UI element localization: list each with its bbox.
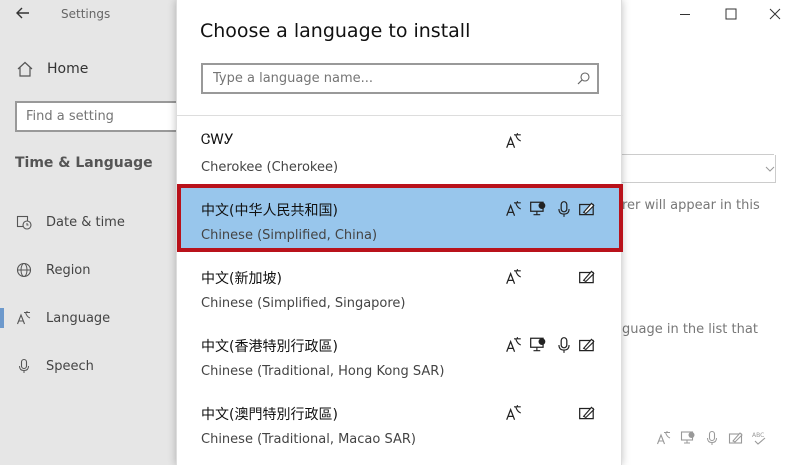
handwriting-icon (578, 268, 596, 286)
display-language-icon (505, 336, 523, 354)
handwriting-icon (728, 430, 744, 446)
search-icon[interactable] (576, 71, 591, 86)
language-search-box[interactable] (201, 63, 599, 94)
app-title: Settings (61, 7, 111, 21)
display-language-icon (505, 132, 523, 150)
language-icon (16, 310, 32, 326)
language-english-name: Chinese (Simplified, Singapore) (201, 296, 406, 311)
background-text: guage in the list that (622, 322, 758, 337)
language-english-name: Chinese (Simplified, China) (201, 228, 378, 243)
language-native-name: 中文(澳門特別行政區) (201, 407, 338, 423)
sidebar-item-label: Speech (46, 358, 94, 374)
calendar-clock-icon (16, 214, 32, 230)
chevron-down-icon (764, 163, 776, 175)
microphone-icon (16, 358, 32, 374)
choose-language-dialog: Choose a language to install ᏣᎳᎩ Cheroke… (176, 0, 623, 465)
sidebar-item-label: Language (46, 310, 111, 326)
home-label: Home (47, 61, 89, 77)
display-language-icon (505, 200, 523, 218)
display-language-icon (505, 404, 523, 422)
sidebar-item-language[interactable]: Language (0, 300, 176, 336)
language-search-input[interactable] (203, 65, 563, 92)
maximize-button[interactable] (722, 5, 740, 23)
handwriting-icon (578, 336, 596, 354)
sidebar: Settings Home Time & Language Date & tim… (0, 0, 185, 465)
language-item-cherokee[interactable]: ᏣᎳᎩ Cherokee (Cherokee) (177, 116, 623, 184)
language-native-name: 中文(中华人民共和国) (201, 203, 338, 219)
section-title: Time & Language (15, 155, 153, 171)
back-arrow-icon[interactable] (14, 4, 32, 22)
language-list: ᏣᎳᎩ Cherokee (Cherokee) 中文(中华人民共和国) Chin… (177, 116, 623, 456)
language-english-name: Cherokee (Cherokee) (201, 160, 339, 175)
sidebar-item-region[interactable]: Region (0, 252, 176, 288)
spellcheck-icon: ABC (752, 430, 768, 446)
sidebar-item-date-time[interactable]: Date & time (0, 204, 176, 240)
language-native-name: 中文(香港特別行政區) (201, 339, 338, 355)
handwriting-icon (578, 200, 596, 218)
language-item-chinese-simplified-china[interactable]: 中文(中华人民共和国) Chinese (Simplified, China) (177, 184, 623, 252)
display-language-icon (505, 268, 523, 286)
language-english-name: Chinese (Traditional, Macao SAR) (201, 432, 416, 447)
language-native-name: 中文(新加坡) (201, 271, 282, 287)
home-link[interactable]: Home (16, 60, 88, 78)
find-setting-box[interactable] (15, 101, 185, 132)
speech-recognition-icon (555, 200, 573, 218)
globe-icon (16, 262, 32, 278)
sidebar-item-label: Date & time (46, 214, 125, 230)
background-dropdown[interactable] (622, 155, 776, 183)
dialog-title: Choose a language to install (200, 20, 471, 42)
close-button[interactable] (766, 5, 784, 23)
minimize-button[interactable] (676, 5, 694, 23)
sidebar-item-label: Region (46, 262, 91, 278)
home-icon (16, 60, 34, 78)
speech-recognition-icon (704, 430, 720, 446)
handwriting-icon (578, 404, 596, 422)
svg-text:ABC: ABC (752, 432, 764, 439)
text-to-speech-icon (529, 200, 547, 218)
language-english-name: Chinese (Traditional, Hong Kong SAR) (201, 364, 445, 379)
text-to-speech-icon (529, 336, 547, 354)
sidebar-item-speech[interactable]: Speech (0, 348, 176, 384)
speech-recognition-icon (555, 336, 573, 354)
display-language-icon (656, 430, 672, 446)
background-text: rer will appear in this (622, 198, 760, 213)
language-item-chinese-traditional-hong-kong[interactable]: 中文(香港特別行政區) Chinese (Traditional, Hong K… (177, 320, 623, 388)
text-to-speech-icon (680, 430, 696, 446)
language-item-chinese-traditional-macao[interactable]: 中文(澳門特別行政區) Chinese (Traditional, Macao … (177, 388, 623, 456)
feature-icons-row: ABC (656, 430, 768, 446)
find-setting-input[interactable] (17, 103, 183, 130)
language-item-chinese-simplified-singapore[interactable]: 中文(新加坡) Chinese (Simplified, Singapore) (177, 252, 623, 320)
language-native-name: ᏣᎳᎩ (201, 132, 234, 148)
